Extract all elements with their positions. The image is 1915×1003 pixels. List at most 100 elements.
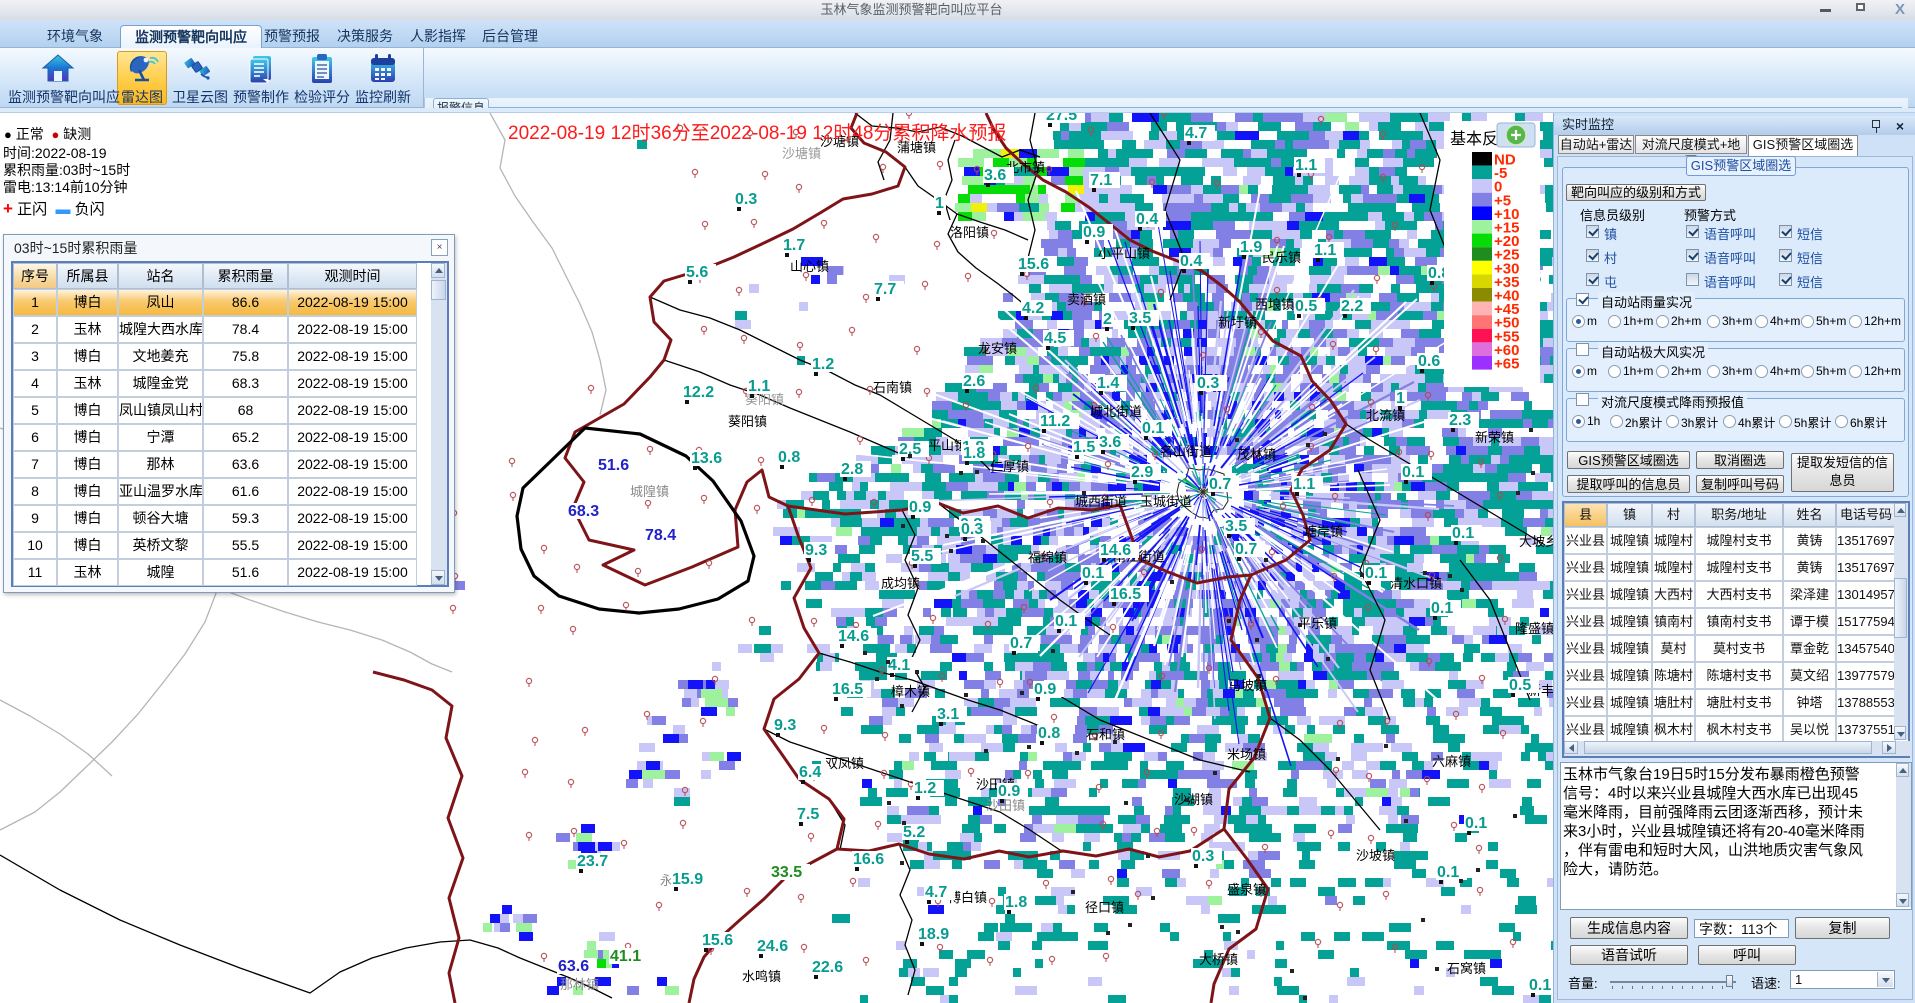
svg-text:0.1: 0.1	[1402, 464, 1424, 481]
svg-text:0.7: 0.7	[1209, 476, 1231, 493]
svg-text:六麻镇: 六麻镇	[1432, 754, 1471, 769]
svg-text:1.1: 1.1	[1295, 157, 1317, 174]
svg-text:0.3: 0.3	[961, 521, 983, 538]
svg-text:清水口镇: 清水口镇	[1390, 576, 1442, 591]
svg-text:山心镇: 山心镇	[790, 259, 829, 274]
svg-text:68.3: 68.3	[568, 503, 599, 520]
svg-text:葵阳镇: 葵阳镇	[728, 414, 767, 429]
svg-text:卖酒镇: 卖酒镇	[1067, 292, 1106, 307]
svg-text:0.4: 0.4	[1136, 211, 1158, 228]
svg-text:0.1: 0.1	[1055, 613, 1077, 630]
svg-text:新荣镇: 新荣镇	[1475, 430, 1514, 445]
svg-text:玉城街道: 玉城街道	[1140, 494, 1192, 509]
svg-text:0.4: 0.4	[1180, 253, 1202, 270]
svg-text:1.8: 1.8	[963, 445, 985, 462]
svg-text:51.6: 51.6	[598, 457, 629, 474]
svg-text:1.2: 1.2	[914, 780, 936, 797]
svg-text:西埌镇: 西埌镇	[1255, 297, 1294, 312]
svg-text:16.6: 16.6	[853, 851, 884, 868]
svg-text:2.8: 2.8	[841, 461, 863, 478]
svg-text:3.6: 3.6	[1099, 434, 1121, 451]
svg-text:0.5: 0.5	[1509, 677, 1531, 694]
svg-text:4.2: 4.2	[1022, 300, 1044, 317]
svg-text:水鸣镇: 水鸣镇	[742, 969, 781, 984]
svg-text:洛阳镇: 洛阳镇	[950, 225, 989, 240]
svg-text:5.2: 5.2	[903, 824, 925, 841]
svg-text:16.5: 16.5	[832, 681, 863, 698]
svg-text:15.9: 15.9	[672, 871, 703, 888]
svg-text:2022-08-19 12时36分至2022-08-19 1: 2022-08-19 12时36分至2022-08-19 12时48分累积降水预…	[508, 122, 1006, 144]
svg-text:63.6: 63.6	[558, 958, 589, 975]
svg-text:0.1: 0.1	[1431, 600, 1453, 617]
svg-text:7.5: 7.5	[797, 806, 819, 823]
svg-text:福绵镇: 福绵镇	[1028, 550, 1067, 565]
svg-text:23.7: 23.7	[577, 853, 608, 870]
svg-text:石窝镇: 石窝镇	[1447, 961, 1486, 976]
svg-text:城西街道: 城西街道	[1075, 494, 1127, 509]
svg-text:4.5: 4.5	[1044, 330, 1066, 347]
svg-text:北流镇: 北流镇	[1366, 408, 1405, 423]
svg-text:0.3: 0.3	[1192, 848, 1214, 865]
svg-text:0.1: 0.1	[1529, 977, 1551, 994]
svg-text:41.1: 41.1	[610, 948, 641, 965]
svg-text:1.8: 1.8	[1005, 894, 1027, 911]
svg-text:0.1: 0.1	[1452, 525, 1474, 542]
svg-text:石南镇: 石南镇	[873, 380, 912, 395]
svg-text:2.2: 2.2	[1341, 298, 1363, 315]
svg-text:7.1: 7.1	[1090, 172, 1112, 189]
svg-text:0.6: 0.6	[1418, 353, 1440, 370]
svg-text:径口镇: 径口镇	[1085, 900, 1124, 915]
svg-text:1.9: 1.9	[1240, 239, 1262, 256]
svg-text:龙安镇: 龙安镇	[978, 341, 1017, 356]
svg-text:樟木镇: 樟木镇	[891, 684, 930, 699]
svg-text:沙湖镇: 沙湖镇	[1174, 792, 1213, 807]
svg-text:基本反: 基本反	[1450, 130, 1498, 148]
svg-text:米场镇: 米场镇	[1227, 747, 1266, 762]
svg-text:0.1: 0.1	[1142, 420, 1164, 437]
svg-text:茂林镇: 茂林镇	[1237, 447, 1276, 462]
svg-text:9.3: 9.3	[774, 717, 796, 734]
svg-text:5.5: 5.5	[911, 548, 933, 565]
svg-text:3.5: 3.5	[1225, 518, 1247, 535]
svg-text:0.7: 0.7	[1010, 635, 1032, 652]
svg-text:0.1: 0.1	[1465, 815, 1487, 832]
svg-text:隆盛镇: 隆盛镇	[1515, 621, 1553, 636]
svg-text:1.1: 1.1	[748, 378, 770, 395]
svg-text:3.6: 3.6	[984, 167, 1006, 184]
svg-text:6.4: 6.4	[799, 764, 821, 781]
svg-text:33.5: 33.5	[771, 864, 802, 881]
svg-text:15.6: 15.6	[1018, 256, 1049, 273]
svg-text:14.6: 14.6	[838, 628, 869, 645]
svg-text:沙田镇: 沙田镇	[986, 798, 1025, 813]
svg-text:0.1: 0.1	[1365, 565, 1387, 582]
svg-text:1.2: 1.2	[812, 356, 834, 373]
svg-text:成均镇: 成均镇	[881, 576, 920, 591]
svg-text:0.9: 0.9	[1083, 224, 1105, 241]
svg-text:小平山镇: 小平山镇	[1098, 246, 1150, 261]
svg-text:平乐镇: 平乐镇	[1298, 616, 1337, 631]
svg-text:+65: +65	[1494, 356, 1519, 373]
svg-text:大桥镇: 大桥镇	[1199, 952, 1238, 967]
svg-text:0.7: 0.7	[1235, 541, 1257, 558]
svg-text:1.1: 1.1	[1293, 476, 1315, 493]
svg-text:12.2: 12.2	[683, 384, 714, 401]
svg-text:0.1: 0.1	[1437, 864, 1459, 881]
svg-text:0.3: 0.3	[735, 191, 757, 208]
svg-text:石和镇: 石和镇	[1086, 727, 1125, 742]
svg-text:24.6: 24.6	[757, 938, 788, 955]
svg-text:18.9: 18.9	[918, 926, 949, 943]
svg-text:塘岸镇: 塘岸镇	[1304, 524, 1343, 539]
svg-text:11.2: 11.2	[1040, 413, 1070, 430]
svg-text:名山街道: 名山街道	[1160, 444, 1212, 459]
svg-text:0.9: 0.9	[1034, 681, 1056, 698]
svg-text:0.8: 0.8	[1038, 725, 1060, 742]
svg-text:2: 2	[1103, 311, 1112, 328]
svg-text:2.9: 2.9	[1131, 464, 1153, 481]
svg-text:大坡乡: 大坡乡	[1519, 534, 1553, 549]
svg-text:沙塘镇: 沙塘镇	[782, 146, 821, 161]
svg-text:3.5: 3.5	[1129, 310, 1151, 327]
svg-text:13.6: 13.6	[691, 450, 722, 467]
svg-text:7.7: 7.7	[874, 281, 896, 298]
svg-text:0.9: 0.9	[909, 499, 931, 516]
svg-text:27.5: 27.5	[1046, 113, 1077, 124]
